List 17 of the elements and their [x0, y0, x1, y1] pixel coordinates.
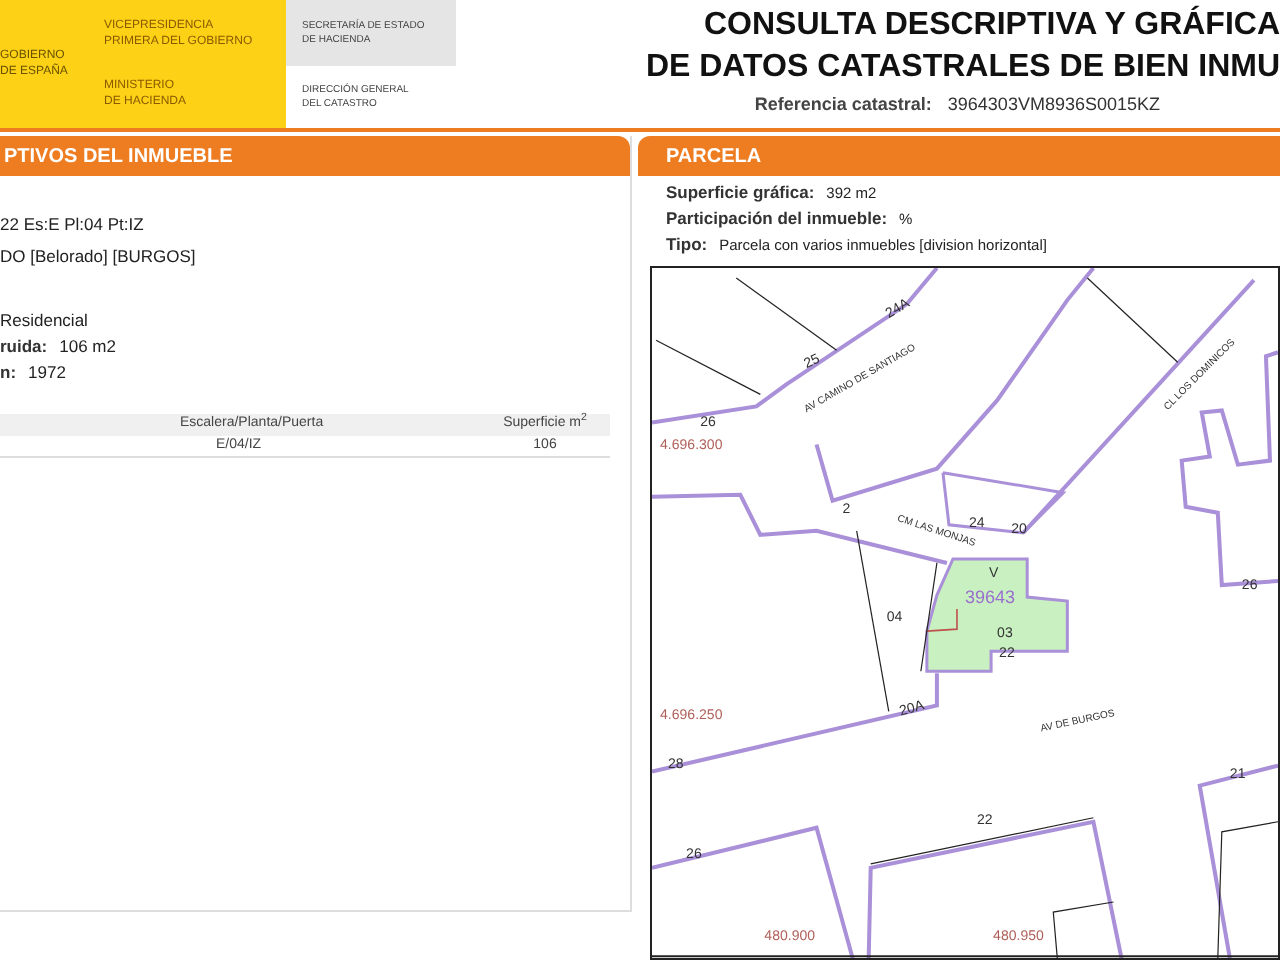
field-value: 106 m2 [59, 334, 116, 360]
page-title: CONSULTA DESCRIPTIVA Y GRÁFICA [703, 4, 1280, 46]
address-text: DO [Belorado] [BURGOS] [0, 244, 198, 270]
reference-label: Referencia catastral: [754, 92, 932, 118]
address-text: 22 Es:E Pl:04 Pt:IZ [0, 212, 146, 238]
field-value: Residencial [0, 308, 88, 334]
field-label: Participación del inmueble: [666, 206, 888, 232]
panel-header: PTIVOS DEL INMUEBLE [0, 136, 630, 176]
reference-value: 3964303VM8936S0015KZ [947, 92, 1160, 118]
field-label: ruida: [0, 334, 48, 360]
field-value: 1972 [28, 360, 66, 386]
field-label: n: [0, 360, 17, 386]
map-label: 39643 [965, 587, 1016, 608]
panel-header: PARCELA [638, 136, 1280, 176]
field-label: Superficie gráfica: [666, 180, 815, 206]
page-title: DE DATOS CATASTRALES DE BIEN INMU [645, 48, 1280, 88]
field-label: Tipo: [666, 232, 708, 258]
